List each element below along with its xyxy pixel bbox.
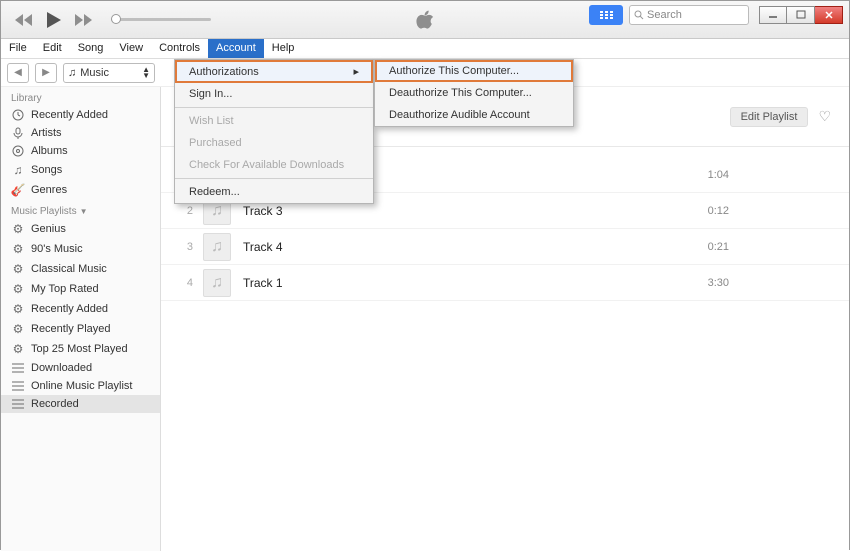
gear-icon: ⚙ (11, 242, 25, 256)
sidebar-item-artists[interactable]: Artists (1, 124, 160, 142)
menu-item-deauthorize-this-computer-[interactable]: Deauthorize This Computer... (375, 82, 573, 104)
guitar-icon: 🎸 (11, 183, 25, 197)
main-area: Library Recently AddedArtistsAlbums♫Song… (1, 87, 849, 551)
disc-icon (11, 145, 25, 157)
menu-account[interactable]: Account (208, 39, 264, 58)
menu-item-redeem-[interactable]: Redeem... (175, 181, 373, 203)
mic-icon (11, 127, 25, 139)
track-row[interactable]: 3♫ Track 40:21 (161, 229, 849, 265)
gear-icon: ⚙ (11, 282, 25, 296)
sidebar-item-songs[interactable]: ♫Songs (1, 160, 160, 180)
apple-logo-icon (416, 10, 434, 30)
menu-item-authorizations[interactable]: Authorizations▸ (175, 60, 373, 83)
track-duration: 1:04 (669, 169, 729, 181)
transport-controls (15, 12, 93, 28)
track-row[interactable]: 4♫ Track 13:30 (161, 265, 849, 301)
sidebar-item-genres[interactable]: 🎸Genres (1, 180, 160, 200)
search-input[interactable]: Search (629, 5, 749, 25)
account-menu: Authorizations▸Sign In... Wish ListPurcha… (174, 59, 374, 204)
gear-icon: ⚙ (11, 322, 25, 336)
menu-song[interactable]: Song (70, 39, 112, 58)
sidebar-item-online-music-playlist[interactable]: Online Music Playlist (1, 377, 160, 395)
sidebar-header-library: Library (1, 87, 160, 106)
search-placeholder: Search (647, 9, 682, 21)
favorite-icon[interactable]: ♡ (818, 108, 831, 125)
minimize-button[interactable] (759, 6, 787, 24)
track-name: Track 4 (243, 240, 669, 254)
menu-item-wish-list: Wish List (175, 110, 373, 132)
maximize-button[interactable] (787, 6, 815, 24)
sidebar-header-playlists[interactable]: Music Playlists ▼ (1, 200, 160, 219)
gear-icon: ⚙ (11, 302, 25, 316)
next-track-button[interactable] (75, 14, 93, 26)
track-duration: 3:30 (669, 277, 729, 289)
menu-file[interactable]: File (1, 39, 35, 58)
sidebar-item-90-s-music[interactable]: ⚙90's Music (1, 239, 160, 259)
sidebar-item-downloaded[interactable]: Downloaded (1, 359, 160, 377)
track-number: 4 (161, 277, 203, 289)
track-number: 2 (161, 205, 203, 217)
library-picker-label: Music (80, 67, 109, 79)
back-button[interactable]: ◀ (7, 63, 29, 83)
sidebar-item-top-25-most-played[interactable]: ⚙Top 25 Most Played (1, 339, 160, 359)
gear-icon: ⚙ (11, 342, 25, 356)
prev-track-button[interactable] (15, 14, 33, 26)
clock-icon (11, 109, 25, 121)
sidebar: Library Recently AddedArtistsAlbums♫Song… (1, 87, 161, 551)
updown-icon: ▲▼ (142, 67, 150, 79)
gear-icon: ⚙ (11, 222, 25, 236)
library-picker[interactable]: ♫ Music ▲▼ (63, 63, 155, 83)
sidebar-item-recorded[interactable]: Recorded (1, 395, 160, 413)
track-art-icon: ♫ (203, 233, 231, 261)
track-name: Track 3 (243, 204, 669, 218)
toolbar-right: Search (589, 5, 843, 25)
note-icon: ♫ (11, 163, 25, 177)
forward-button[interactable]: ▶ (35, 63, 57, 83)
authorizations-submenu: Authorize This Computer...Deauthorize Th… (374, 59, 574, 127)
track-duration: 0:21 (669, 241, 729, 253)
window-controls (759, 6, 843, 24)
close-button[interactable] (815, 6, 843, 24)
edit-playlist-button[interactable]: Edit Playlist (730, 107, 809, 127)
track-name: Track 1 (243, 276, 669, 290)
list-view-button[interactable] (589, 5, 623, 25)
sidebar-item-my-top-rated[interactable]: ⚙My Top Rated (1, 279, 160, 299)
menu-view[interactable]: View (111, 39, 151, 58)
sidebar-item-albums[interactable]: Albums (1, 142, 160, 160)
submenu-arrow-icon: ▸ (353, 65, 359, 78)
menu-item-check-for-available-downloads: Check For Available Downloads (175, 154, 373, 176)
music-note-icon: ♫ (68, 67, 76, 79)
track-duration: 0:12 (669, 205, 729, 217)
play-button[interactable] (47, 12, 61, 28)
menu-edit[interactable]: Edit (35, 39, 70, 58)
list-icon (11, 363, 25, 373)
sidebar-item-recently-added[interactable]: Recently Added (1, 106, 160, 124)
sidebar-item-classical-music[interactable]: ⚙Classical Music (1, 259, 160, 279)
list-icon (11, 399, 25, 409)
menu-bar: FileEditSongViewControlsAccountHelp (1, 39, 849, 59)
track-number: 3 (161, 241, 203, 253)
menu-controls[interactable]: Controls (151, 39, 208, 58)
gear-icon: ⚙ (11, 262, 25, 276)
sidebar-item-genius[interactable]: ⚙Genius (1, 219, 160, 239)
volume-knob[interactable] (111, 14, 121, 24)
menu-help[interactable]: Help (264, 39, 303, 58)
volume-slider[interactable] (111, 18, 211, 21)
player-toolbar: Search (1, 1, 849, 39)
menu-item-sign-in-[interactable]: Sign In... (175, 83, 373, 105)
chevron-down-icon: ▼ (80, 207, 88, 216)
menu-item-authorize-this-computer-[interactable]: Authorize This Computer... (375, 60, 573, 82)
menu-item-deauthorize-audible-account[interactable]: Deauthorize Audible Account (375, 104, 573, 126)
track-art-icon: ♫ (203, 269, 231, 297)
sidebar-item-recently-played[interactable]: ⚙Recently Played (1, 319, 160, 339)
sidebar-item-recently-added[interactable]: ⚙Recently Added (1, 299, 160, 319)
list-icon (11, 381, 25, 391)
menu-item-purchased: Purchased (175, 132, 373, 154)
